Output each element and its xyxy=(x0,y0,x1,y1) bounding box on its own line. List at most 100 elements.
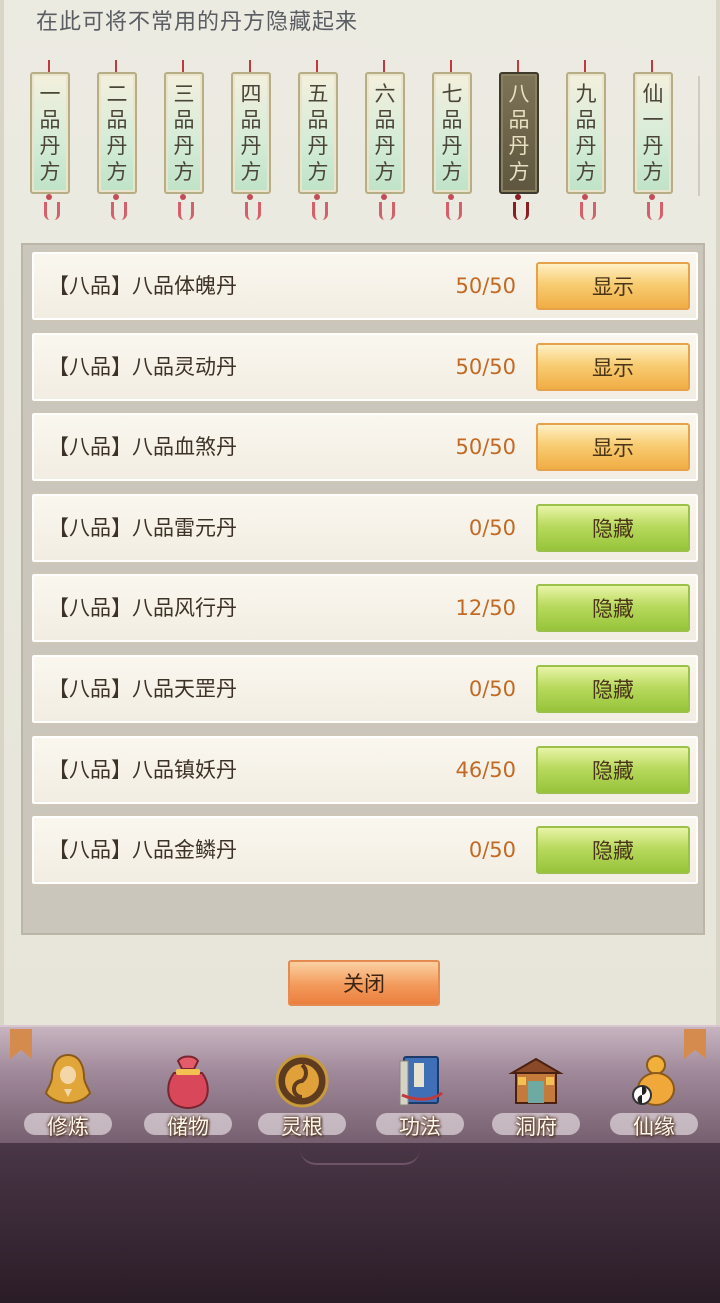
nav-item-skill-book[interactable]: 功法 xyxy=(370,1045,470,1141)
tab-char: 一 xyxy=(642,108,664,132)
grade-tab-10[interactable]: 仙一丹方 xyxy=(631,56,675,224)
tab-card[interactable]: 一品丹方 xyxy=(30,72,70,194)
spirit-root-icon xyxy=(274,1051,330,1111)
tab-char: 方 xyxy=(575,160,597,184)
tab-char: 品 xyxy=(173,108,195,132)
grade-tab-8[interactable]: 八品丹方 xyxy=(497,56,541,224)
recipe-row: 【八品】八品雷元丹 0/50 隐藏 xyxy=(31,492,699,563)
nav-label: 灵根 xyxy=(281,1115,323,1139)
tab-char: 九 xyxy=(575,82,597,106)
grade-tab-1[interactable]: 一品丹方 xyxy=(28,56,72,224)
tab-char: 六 xyxy=(374,82,396,106)
tassel-icon xyxy=(578,194,596,222)
recipe-name: 【八品】八品灵动丹 xyxy=(48,354,237,379)
tab-char: 丹 xyxy=(240,134,262,158)
tab-card[interactable]: 六品丹方 xyxy=(365,72,405,194)
show-button[interactable]: 显示 xyxy=(536,342,690,391)
tassel-icon xyxy=(645,194,663,222)
close-button[interactable]: 关闭 xyxy=(288,960,440,1006)
recipe-name: 【八品】八品血煞丹 xyxy=(48,435,237,460)
tab-char: 品 xyxy=(441,108,463,132)
tab-char: 七 xyxy=(441,82,463,106)
nav-label: 储物 xyxy=(167,1115,209,1139)
grade-tab-7[interactable]: 七品丹方 xyxy=(430,56,474,224)
tassel-icon xyxy=(42,194,60,222)
nav-item-immortal-gourd[interactable]: 仙缘 xyxy=(604,1045,704,1141)
tab-char: 丹 xyxy=(307,134,329,158)
hide-button[interactable]: 隐藏 xyxy=(536,584,690,633)
tassel-icon xyxy=(109,194,127,222)
tab-char: 方 xyxy=(441,160,463,184)
tassel-icon xyxy=(377,194,395,222)
tab-char: 丹 xyxy=(575,134,597,158)
grade-tab-2[interactable]: 二品丹方 xyxy=(95,56,139,224)
tab-char: 丹 xyxy=(508,134,530,158)
tab-char: 仙 xyxy=(642,82,664,106)
tab-char: 丹 xyxy=(173,134,195,158)
grade-tab-6[interactable]: 六品丹方 xyxy=(363,56,407,224)
tab-char: 品 xyxy=(240,108,262,132)
hide-button[interactable]: 隐藏 xyxy=(536,503,690,552)
nav-label: 功法 xyxy=(399,1115,441,1139)
recipe-row: 【八品】八品灵动丹 50/50 显示 xyxy=(31,331,699,402)
grade-tabs: 一品丹方二品丹方三品丹方四品丹方五品丹方六品丹方七品丹方八品丹方九品丹方仙一丹方 xyxy=(28,56,700,234)
immortal-gourd-icon xyxy=(626,1051,682,1111)
grade-tab-3[interactable]: 三品丹方 xyxy=(162,56,206,224)
show-button[interactable]: 显示 xyxy=(536,262,690,310)
nav-label: 修炼 xyxy=(47,1115,89,1139)
nav-item-cultivate[interactable]: 修炼 xyxy=(18,1045,118,1141)
recipe-count: 46/50 xyxy=(455,757,516,782)
tab-char: 丹 xyxy=(642,134,664,158)
nav-item-cave-residence[interactable]: 洞府 xyxy=(486,1045,586,1141)
grade-tab-9[interactable]: 九品丹方 xyxy=(564,56,608,224)
tab-char: 品 xyxy=(106,108,128,132)
tab-char: 四 xyxy=(240,82,262,106)
tab-card[interactable]: 四品丹方 xyxy=(231,72,271,194)
grade-tab-5[interactable]: 五品丹方 xyxy=(296,56,340,224)
recipe-row: 【八品】八品血煞丹 50/50 显示 xyxy=(31,412,699,483)
recipe-name: 【八品】八品天罡丹 xyxy=(48,677,237,701)
cave-residence-icon xyxy=(508,1051,564,1111)
footer-ornament xyxy=(300,1149,420,1165)
grade-tab-4[interactable]: 四品丹方 xyxy=(229,56,273,224)
recipe-count: 50/50 xyxy=(455,274,516,298)
hide-button[interactable]: 隐藏 xyxy=(536,826,690,875)
tab-card[interactable]: 仙一丹方 xyxy=(633,72,673,194)
tab-divider xyxy=(698,76,700,196)
tassel-icon xyxy=(310,194,328,222)
tab-card[interactable]: 九品丹方 xyxy=(566,72,606,194)
recipe-count: 0/50 xyxy=(468,677,516,701)
tassel-icon xyxy=(511,194,529,222)
recipe-count: 50/50 xyxy=(455,354,516,379)
recipe-manager-panel: 在此可将不常用的丹方隐藏起来 一品丹方二品丹方三品丹方四品丹方五品丹方六品丹方七… xyxy=(0,0,720,1025)
bottom-nav-bar: 修炼 储物 灵根 功法 洞府 仙缘 xyxy=(0,1025,720,1143)
tab-card[interactable]: 八品丹方 xyxy=(499,72,539,194)
tab-card[interactable]: 七品丹方 xyxy=(432,72,472,194)
recipe-name: 【八品】八品体魄丹 xyxy=(48,274,237,298)
show-button[interactable]: 显示 xyxy=(536,423,690,472)
tab-card[interactable]: 三品丹方 xyxy=(164,72,204,194)
tab-char: 丹 xyxy=(374,134,396,158)
recipe-name: 【八品】八品镇妖丹 xyxy=(48,757,237,782)
recipe-row: 【八品】八品镇妖丹 46/50 隐藏 xyxy=(31,734,699,805)
tab-char: 五 xyxy=(307,82,329,106)
tab-char: 八 xyxy=(508,82,530,106)
tab-char: 品 xyxy=(508,108,530,132)
tab-char: 方 xyxy=(173,160,195,184)
hide-button[interactable]: 隐藏 xyxy=(536,665,690,713)
nav-item-storage-bag[interactable]: 储物 xyxy=(138,1045,238,1141)
tab-char: 三 xyxy=(173,82,195,106)
tassel-icon xyxy=(243,194,261,222)
tab-card[interactable]: 二品丹方 xyxy=(97,72,137,194)
tab-card[interactable]: 五品丹方 xyxy=(298,72,338,194)
tab-char: 品 xyxy=(39,108,61,132)
nav-item-spirit-root[interactable]: 灵根 xyxy=(252,1045,352,1141)
tab-char: 方 xyxy=(508,160,530,184)
nav-label: 洞府 xyxy=(515,1115,557,1139)
recipe-count: 0/50 xyxy=(468,515,516,540)
recipe-list[interactable]: 【八品】八品体魄丹 50/50 显示 【八品】八品灵动丹 50/50 显示 【八品】八品血煞… xyxy=(21,243,705,935)
tassel-icon xyxy=(176,194,194,222)
hide-button[interactable]: 隐藏 xyxy=(536,745,690,794)
tab-char: 方 xyxy=(240,160,262,184)
tassel-icon xyxy=(444,194,462,222)
